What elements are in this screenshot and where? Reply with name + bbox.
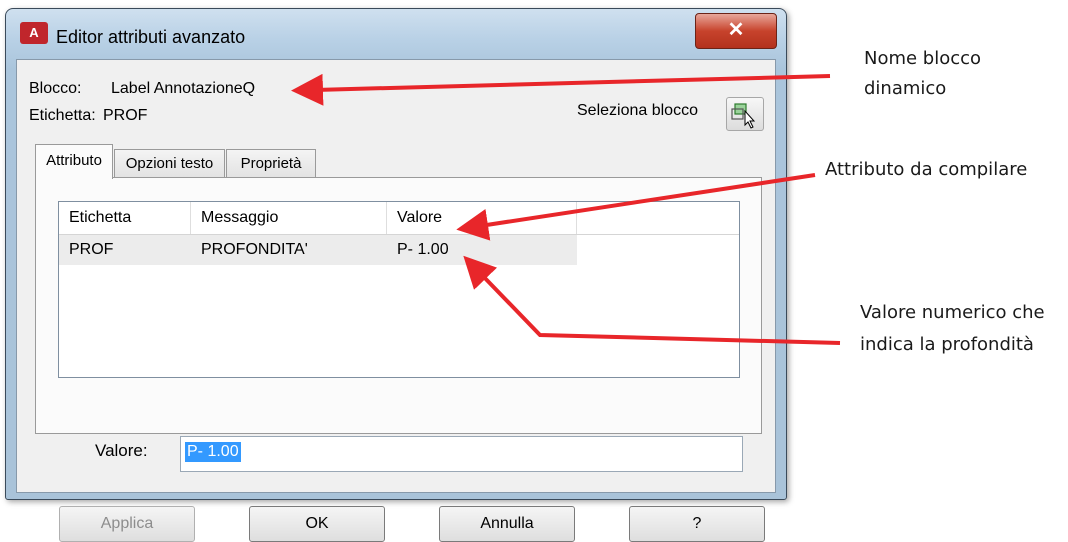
cancel-button[interactable]: Annulla <box>439 506 575 542</box>
annotation-block-name-2: dinamico <box>864 78 947 99</box>
annotation-attribute: Attributo da compilare <box>825 159 1028 180</box>
annotation-value-2: indica la profondità <box>860 334 1034 355</box>
annotation-block-name-1: Nome blocco <box>864 48 982 69</box>
arrow-attribute <box>456 173 816 241</box>
ok-button[interactable]: OK <box>249 506 385 542</box>
arrow-value <box>463 255 841 345</box>
annotation-value-1: Valore numerico che <box>860 302 1045 323</box>
apply-button: Applica <box>59 506 195 542</box>
arrow-block-name <box>291 73 831 106</box>
help-button[interactable]: ? <box>629 506 765 542</box>
tab-attributo[interactable]: Attributo <box>35 144 113 179</box>
